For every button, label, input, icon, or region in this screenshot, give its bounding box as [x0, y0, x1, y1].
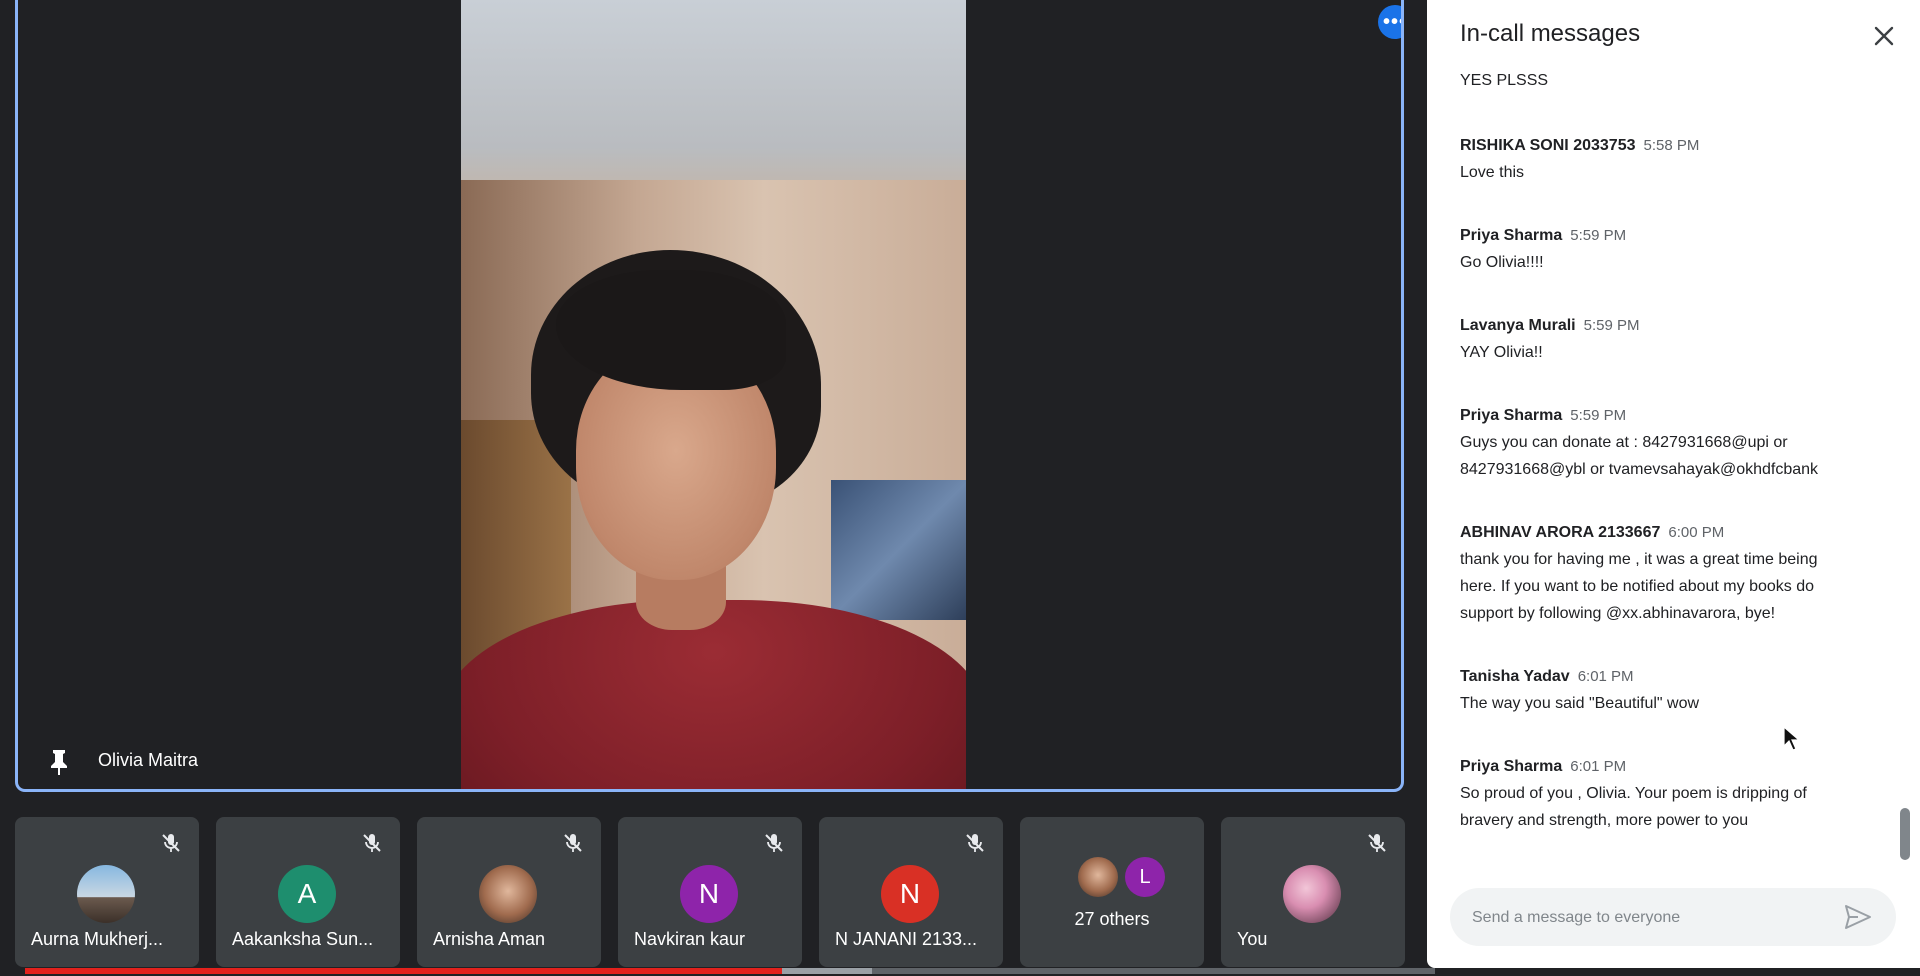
message-time: 6:01 PM — [1577, 668, 1634, 685]
message-header: Priya Sharma 5:59 PM — [1460, 407, 1880, 425]
chat-message: Priya Sharma 5:59 PM Guys you can donate a… — [1460, 407, 1880, 483]
participant-tile[interactable]: L 27 others — [1020, 817, 1204, 967]
participant-name: Navkiran kaur — [634, 929, 746, 949]
chat-message: Lavanya Murali 5:59 PM YAY Olivia!! — [1460, 317, 1880, 366]
speaker-name-label: Olivia Maitra — [98, 750, 199, 770]
message-line: 8427931668@ybl or tvamevsahayak@okhdfcba… — [1460, 461, 1819, 478]
message-line: here. If you want to be notified about m… — [1460, 578, 1814, 595]
participant-name: N JANANI 2133... — [835, 929, 978, 949]
message-list[interactable]: YES PLSSS RISHIKA SONI 2033753 5:58 PM Lov… — [1427, 62, 1903, 867]
message-header: Priya Sharma 6:01 PM — [1460, 758, 1880, 776]
chat-message: Priya Sharma 6:01 PM So proud of you , Oli… — [1460, 758, 1880, 834]
mic-off-icon — [765, 834, 783, 852]
participant-name: 27 others — [1074, 909, 1150, 929]
mic-off-icon — [162, 834, 180, 852]
avatar — [77, 865, 135, 923]
participant-tile[interactable]: Aurna Mukherj... — [15, 817, 199, 967]
chat-message: RISHIKA SONI 2033753 5:58 PM Love this — [1460, 137, 1880, 186]
avatar-letter: L — [1139, 865, 1151, 888]
avatar: N — [680, 865, 738, 923]
message-sender: RISHIKA SONI 2033753 — [1460, 137, 1636, 154]
message-time: 5:58 PM — [1643, 137, 1700, 154]
pin-icon[interactable] — [48, 748, 70, 776]
message-time: 6:00 PM — [1668, 524, 1725, 541]
message-header: Lavanya Murali 5:59 PM — [1460, 317, 1880, 335]
message-body: Go Olivia!!!! — [1460, 249, 1880, 276]
avatar — [1283, 865, 1341, 923]
group-avatar — [1078, 857, 1118, 897]
message-body: So proud of you , Olivia. Your poem is d… — [1460, 780, 1880, 834]
participant-tile[interactable]: Arnisha Aman — [417, 817, 601, 967]
chat-message: ABHINAV ARORA 2133667 6:00 PM thank you fo… — [1460, 524, 1880, 627]
more-options-button[interactable]: ••• — [1378, 5, 1401, 39]
avatar: L — [1125, 857, 1165, 897]
message-body: thank you for having me , it was a great… — [1460, 546, 1880, 627]
message-sender: Priya Sharma — [1460, 758, 1563, 775]
participant-name: Arnisha Aman — [433, 929, 546, 949]
clipped-message-text: YES PLSSS — [1460, 72, 1549, 89]
message-time: 5:59 PM — [1570, 407, 1627, 424]
message-header: RISHIKA SONI 2033753 5:58 PM — [1460, 137, 1880, 155]
send-icon[interactable] — [1843, 903, 1873, 931]
participant-tile[interactable]: A Aakanksha Sun... — [216, 817, 400, 967]
message-body: Love this — [1460, 159, 1880, 186]
message-time: 5:59 PM — [1570, 227, 1627, 244]
playback-progress-bar[interactable] — [25, 968, 1435, 974]
chat-message: Tanisha Yadav 6:01 PM The way you said "Be… — [1460, 668, 1880, 717]
message-header: ABHINAV ARORA 2133667 6:00 PM — [1460, 524, 1880, 542]
chat-message: Priya Sharma 5:59 PM Go Olivia!!!! — [1460, 227, 1880, 276]
message-line: Love this — [1460, 164, 1525, 181]
message-body: YAY Olivia!! — [1460, 339, 1880, 366]
avatar: A — [278, 865, 336, 923]
close-icon[interactable] — [1870, 22, 1898, 50]
mic-off-icon — [564, 834, 582, 852]
message-header: Priya Sharma 5:59 PM — [1460, 227, 1880, 245]
participant-tile[interactable]: N Navkiran kaur — [618, 817, 802, 967]
message-sender: Priya Sharma — [1460, 227, 1563, 244]
speaker-video — [461, 0, 966, 789]
mic-off-icon — [966, 834, 984, 852]
chat-panel-title: In-call messages — [1460, 20, 1641, 47]
avatar-letter: A — [297, 878, 317, 909]
message-body: Guys you can donate at : 8427931668@upi … — [1460, 429, 1880, 483]
message-line: support by following @xx.abhinavarora, b… — [1460, 605, 1776, 622]
message-header: Tanisha Yadav 6:01 PM — [1460, 668, 1880, 686]
chat-panel: In-call messages YES PLSSS RISHIKA SONI … — [1427, 0, 1920, 968]
mic-off-icon — [1368, 834, 1386, 852]
message-time: 5:59 PM — [1583, 317, 1640, 334]
message-line: Go Olivia!!!! — [1460, 254, 1544, 271]
progress-buffered — [782, 968, 873, 974]
message-sender: Tanisha Yadav — [1460, 668, 1570, 685]
progress-played — [25, 968, 783, 974]
message-time: 6:01 PM — [1570, 758, 1627, 775]
participant-name: You — [1237, 929, 1268, 949]
participant-tile[interactable]: N N JANANI 2133... — [819, 817, 1003, 967]
message-composer[interactable] — [1450, 888, 1896, 946]
message-line: The way you said "Beautiful" wow — [1460, 695, 1700, 712]
message-sender: ABHINAV ARORA 2133667 — [1460, 524, 1661, 541]
avatar-letter: N — [698, 878, 720, 909]
message-input[interactable] — [1470, 903, 1844, 933]
message-sender: Priya Sharma — [1460, 407, 1563, 424]
mouse-cursor-icon — [1783, 726, 1801, 751]
participant-name: Aakanksha Sun... — [232, 929, 374, 949]
mic-off-icon — [363, 834, 381, 852]
avatar-letter: N — [899, 878, 921, 909]
participant-name: Aurna Mukherj... — [31, 929, 164, 949]
chat-scrollbar[interactable] — [1900, 808, 1910, 860]
participant-tile[interactable]: You — [1221, 817, 1405, 967]
message-sender: Lavanya Murali — [1460, 317, 1576, 334]
avatar: N — [881, 865, 939, 923]
avatar — [479, 865, 537, 923]
message-line: thank you for having me , it was a great… — [1460, 551, 1818, 568]
main-video-tile[interactable]: ••• Olivia Maitra — [15, 0, 1404, 792]
message-line: Guys you can donate at : 8427931668@upi … — [1460, 434, 1788, 451]
more-horiz-icon: ••• — [1382, 10, 1401, 33]
message-body: The way you said "Beautiful" wow — [1460, 690, 1880, 717]
message-line: So proud of you , Olivia. Your poem is d… — [1460, 785, 1807, 802]
message-line: bravery and strength, more power to you — [1460, 812, 1749, 829]
message-line: YAY Olivia!! — [1460, 344, 1543, 361]
